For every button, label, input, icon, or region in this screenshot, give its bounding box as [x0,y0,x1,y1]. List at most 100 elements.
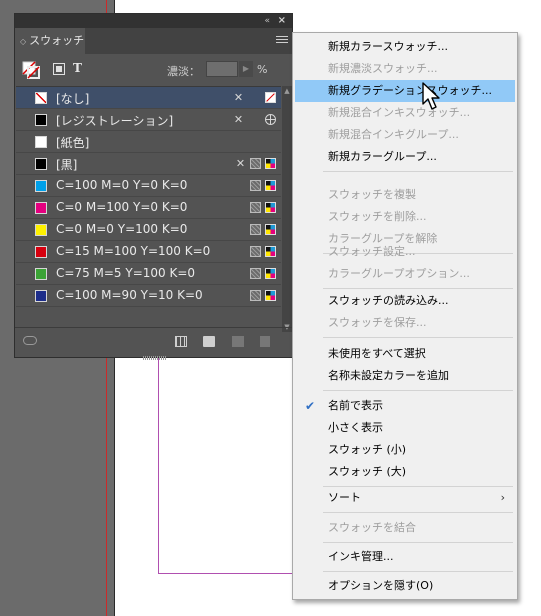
process-color-icon [250,268,261,279]
swatch-name: C=100 M=0 Y=0 K=0 [56,178,188,192]
menu-item[interactable]: 新規カラースウォッチ... [295,36,515,58]
new-color-group-folder-icon[interactable] [203,336,215,347]
fill-stroke-icon[interactable] [22,61,40,79]
cmyk-mode-icon [265,180,276,191]
registration-icon [265,114,276,125]
swatch-row[interactable]: [紙色] [16,131,281,153]
tint-label: 濃淡： [167,65,200,78]
menu-item-label: ソート [328,491,361,504]
menu-separator [323,512,513,513]
panel-title-bar[interactable]: « × [15,14,292,28]
menu-item[interactable]: スウォッチの読み込み... [295,290,515,312]
menu-item-label: スウォッチを削除... [328,210,427,223]
swatch-name: [レジストレーション] [56,114,174,128]
collapse-icon[interactable]: « [264,15,270,27]
menu-item[interactable]: 新規混合インキスウォッチ... [295,102,515,124]
menu-item-label: 新規カラースウォッチ... [328,40,448,53]
process-color-icon [250,158,261,169]
swatch-name: [黒] [56,158,78,172]
cmyk-mode-icon [265,290,276,301]
menu-item[interactable]: スウォッチを結合 [295,517,515,539]
menu-item-label: スウォッチ (小) [328,443,407,456]
tab-swatches[interactable]: ◇ スウォッチ [15,28,85,54]
close-icon[interactable]: × [278,14,286,27]
menu-separator [323,390,513,391]
swatch-row[interactable]: C=100 M=0 Y=0 K=0 [16,175,281,197]
menu-item[interactable]: ✔ 名前で表示 [295,395,515,417]
tint-slider-arrow-icon[interactable]: ▶ [239,61,253,77]
swatch-row[interactable]: [黒] ✕ [16,153,281,175]
swatch-row[interactable]: C=75 M=5 Y=100 K=0 [16,263,281,285]
swatch-color-chip [35,180,47,192]
swatch-color-chip [35,290,47,302]
menu-item-label: スウォッチ (大) [328,465,407,478]
menu-item-label: 名前で表示 [328,399,383,412]
checkmark-icon: ✔ [305,399,316,413]
formatting-container-icon[interactable] [53,63,65,75]
menu-item-label: 名称未設定カラーを追加 [328,369,449,382]
non-editable-icon: ✕ [235,157,246,170]
menu-item[interactable]: インキ管理... [295,546,515,568]
panel-flyout-menu: 新規カラースウォッチ... 新規濃淡スウォッチ... 新規グラデーションスウォッチ.… [292,32,518,600]
margin-guide-vertical [158,352,159,574]
submenu-arrow-icon: › [500,491,505,504]
menu-item-label: オプションを隠す(O) [328,579,434,592]
menu-item[interactable]: スウォッチを削除... [295,206,515,228]
menu-item-label: 新規混合インキスウォッチ... [328,106,471,119]
menu-item[interactable]: オプションを隠す(O) [295,575,515,597]
menu-item[interactable]: 未使用をすべて選択 [295,343,515,365]
menu-item[interactable]: 新規グラデーションスウォッチ... [295,80,515,102]
menu-item-label: スウォッチを保存... [328,316,427,329]
menu-item-label: カラーグループオプション... [328,267,470,280]
menu-separator [323,542,513,543]
menu-item-label: スウォッチを複製 [328,188,416,201]
menu-item[interactable]: ソート › [295,487,515,509]
tint-input[interactable] [206,61,238,77]
cmyk-mode-icon [265,158,276,169]
cmyk-mode-icon [265,268,276,279]
menu-item[interactable]: スウォッチを複製 [295,184,515,206]
swatch-color-chip [35,114,47,126]
process-color-icon [250,180,261,191]
cc-libraries-cloud-icon[interactable] [23,336,37,345]
resize-grip-icon[interactable] [143,356,167,360]
formatting-text-icon[interactable]: T [73,61,82,75]
menu-item[interactable]: カラーグループオプション... [295,263,515,285]
menu-item-label: 新規混合インキグループ... [328,128,459,141]
swatch-list-scrollbar[interactable]: ▲ ▼ [282,86,292,332]
menu-item[interactable]: 小さく表示 [295,417,515,439]
cmyk-mode-icon [265,246,276,257]
swatch-name: [なし] [56,92,90,106]
swatches-panel: « × ◇ スウォッチ T 濃淡： ▶ % [なし] ✕ [レジストレーション] ✕ [紙… [14,13,293,360]
swatch-row[interactable]: C=0 M=0 Y=100 K=0 [16,219,281,241]
tint-unit: % [257,63,268,76]
process-color-icon [250,202,261,213]
new-swatch-icon[interactable] [232,336,244,347]
delete-swatch-trash-icon[interactable] [260,336,270,347]
swatch-color-chip [35,202,47,214]
menu-item[interactable]: スウォッチ (大) [295,461,515,483]
menu-item[interactable]: 新規カラーグループ... [295,146,515,168]
menu-item[interactable]: スウォッチを保存... [295,312,515,334]
menu-item[interactable]: スウォッチ (小) [295,439,515,461]
menu-item-label: スウォッチを結合 [328,521,416,534]
cmyk-mode-icon [265,202,276,213]
menu-item[interactable]: スウォッチ設定... [295,241,515,263]
swatch-row[interactable]: [レジストレーション] ✕ [16,109,281,131]
menu-item[interactable]: 新規濃淡スウォッチ... [295,58,515,80]
menu-separator [323,571,513,572]
swatch-row[interactable]: [なし] ✕ [16,87,281,109]
menu-item[interactable]: 名称未設定カラーを追加 [295,365,515,387]
swatch-row[interactable]: C=15 M=100 Y=100 K=0 [16,241,281,263]
swatch-row[interactable]: C=0 M=100 Y=0 K=0 [16,197,281,219]
none-swatch-icon [265,92,276,103]
tab-collapse-arrows-icon[interactable]: ◇ [20,37,26,46]
swatch-row[interactable]: C=100 M=90 Y=10 K=0 [16,285,281,307]
menu-separator [323,171,513,172]
swatch-color-chip [35,246,47,258]
scroll-up-icon[interactable]: ▲ [282,86,292,96]
show-swatch-kinds-icon[interactable] [175,336,187,347]
panel-menu-icon[interactable] [276,34,288,46]
menu-item[interactable]: 新規混合インキグループ... [295,124,515,146]
swatch-color-chip [35,268,47,280]
